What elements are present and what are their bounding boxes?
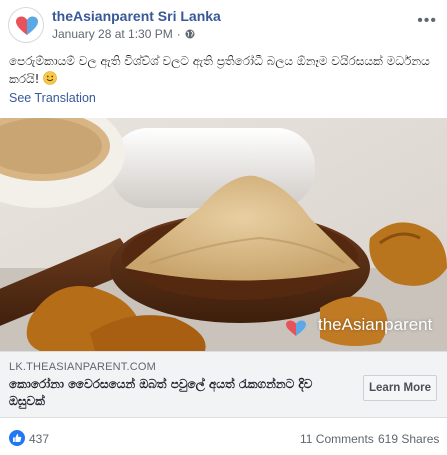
heart-logo-icon [16,16,38,35]
post-timestamp[interactable]: January 28 at 1:30 PM [52,27,173,41]
more-options-icon[interactable]: ••• [417,12,437,30]
like-reaction-icon[interactable] [9,430,25,446]
post-image[interactable]: theAsianparent [0,118,447,351]
post-footer: 437 11 Comments 619 Shares [0,425,447,455]
reaction-count[interactable]: 437 [29,432,49,446]
meta-separator: · [176,27,181,41]
shares-count[interactable]: 619 Shares [378,432,439,446]
comments-count[interactable]: 11 Comments [300,432,374,446]
post-meta: January 28 at 1:30 PM · [52,27,195,41]
watermark-text: theAsianparent [318,315,433,334]
facebook-post: theAsianparent Sri Lanka January 28 at 1… [0,0,447,455]
learn-more-button[interactable]: Learn More [363,375,437,401]
link-preview[interactable]: LK.THEASIANPARENT.COM කොරෝනා වෛරසයෙන් ඔබ… [0,351,447,418]
post-text: පෙරුම්කායම් වල ඇති විශ්ව්ශ් වලට ඇති ප්‍ර… [9,52,434,88]
page-name-link[interactable]: theAsianparent Sri Lanka [52,8,221,24]
thumbs-up-icon [13,434,22,442]
link-title[interactable]: කොරෝනා වෛරසයෙන් ඔබත් පවුලේ අයත් රැකගන්නට… [9,376,339,410]
link-domain: LK.THEASIANPARENT.COM [9,361,157,373]
page-avatar[interactable] [8,7,44,43]
smile-emoji-icon [43,71,58,85]
post-header: theAsianparent Sri Lanka January 28 at 1… [0,0,447,46]
globe-icon [185,29,195,39]
post-text-body: පෙරුම්කායම් වල ඇති විශ්ව්ශ් වලට ඇති ප්‍ර… [9,54,430,86]
see-translation-link[interactable]: See Translation [9,91,96,105]
